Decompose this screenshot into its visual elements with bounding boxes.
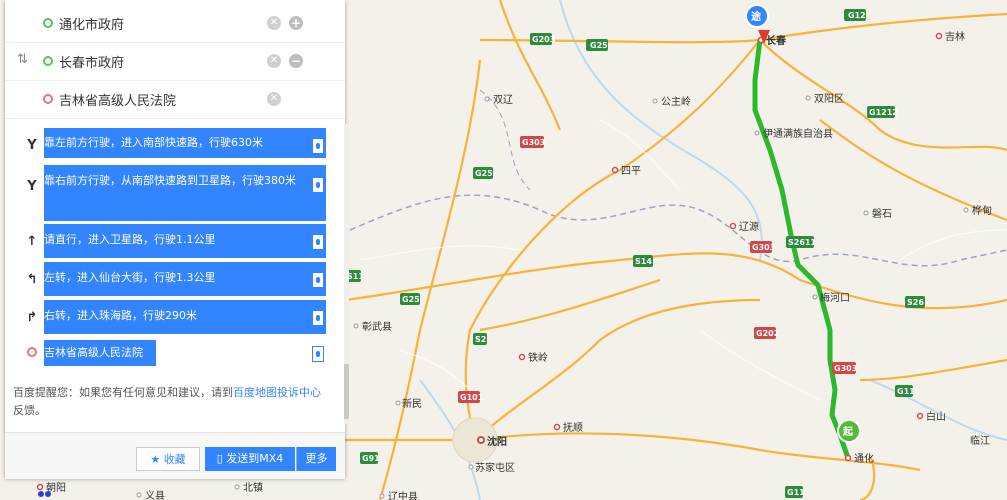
route-step[interactable]: 吉林省高级人民法院 xyxy=(14,340,326,366)
more-button[interactable]: 更多 xyxy=(296,447,336,471)
road-shield-label: G303 xyxy=(522,138,545,147)
step-map-icon[interactable] xyxy=(312,310,324,326)
panel-footer: ★ 收藏 ▯ 发送到MX4 更多 xyxy=(5,432,345,479)
via-dot-icon xyxy=(43,56,53,66)
road-shield-label: G1212 xyxy=(869,108,898,117)
route-step[interactable]: ↑ 请直行，进入卫星路，行驶1.1公里 xyxy=(14,224,326,258)
waypoint-end[interactable]: 吉林省高级人民法院 ✕ xyxy=(5,80,345,119)
city-label: 公主岭 xyxy=(661,95,691,108)
road-shield-label: G202 xyxy=(756,329,779,338)
remove-waypoint-icon[interactable]: − xyxy=(289,54,303,68)
star-icon: ★ xyxy=(150,453,161,466)
step-text: 请直行，进入卫星路，行驶1.1公里 xyxy=(44,233,216,246)
road-shield-label: S14 xyxy=(635,257,652,266)
route-panel: 通化市政府 ✕ + ⇅ 长春市政府 ✕ − 吉林省高级人民法院 ✕ Y 靠左前方… xyxy=(5,0,349,479)
step-text: 右转，进入珠海路，行驶290米 xyxy=(44,309,197,322)
clear-icon[interactable]: ✕ xyxy=(267,92,281,106)
start-dot-icon xyxy=(43,18,53,28)
svg-text:途: 途 xyxy=(751,10,762,23)
step-map-icon[interactable] xyxy=(312,138,324,154)
city-label: 辽源 xyxy=(739,220,759,233)
road-shield-label: G12 xyxy=(848,11,866,20)
city-label: 苏家屯区 xyxy=(475,461,515,474)
send-to-phone-button[interactable]: ▯ 发送到MX4 xyxy=(205,447,295,471)
waypoint-end-label[interactable]: 吉林省高级人民法院 xyxy=(59,90,176,109)
road-shield-label: G25 xyxy=(590,41,608,50)
city-label: 铁岭 xyxy=(528,351,548,364)
keep-right-icon: Y xyxy=(27,179,37,194)
step-text: 靠右前方行驶，从南部快速路到卫星路，行驶380米 xyxy=(44,174,296,187)
feedback-tip: 百度提醒您：如果您有任何意见和建议，请到百度地图投诉中心 反馈。 xyxy=(13,384,338,420)
waypoint-via[interactable]: 长春市政府 ✕ − xyxy=(5,42,345,81)
tip-text: 百度提醒您：如果您有任何意见和建议，请到 xyxy=(13,386,233,399)
city-label: 白山 xyxy=(926,410,946,423)
city-label: 通化 xyxy=(854,452,874,465)
city-label: 抚顺 xyxy=(563,422,583,434)
phone-icon: ▯ xyxy=(216,452,223,465)
destination-dot-icon xyxy=(24,346,40,362)
clear-icon[interactable]: ✕ xyxy=(267,54,281,68)
favorite-button[interactable]: ★ 收藏 xyxy=(136,447,200,471)
route-step[interactable]: ↱ 右转，进入珠海路，行驶290米 xyxy=(14,300,326,334)
clear-icon[interactable]: ✕ xyxy=(267,16,281,30)
road-shield-label: G101 xyxy=(460,393,484,402)
step-text: 吉林省高级人民法院 xyxy=(44,346,143,359)
send-label: 发送到MX4 xyxy=(226,452,284,465)
road-shield-label: S26 xyxy=(907,298,924,307)
step-text: 左转，进入仙台大街，行驶1.3公里 xyxy=(44,271,216,284)
road-shield-label: G203 xyxy=(532,35,555,44)
route-step[interactable]: Y 靠右前方行驶，从南部快速路到卫星路，行驶380米 xyxy=(14,165,326,221)
city-label: 新民 xyxy=(402,397,422,410)
waypoint-start-label[interactable]: 通化市政府 xyxy=(59,14,124,33)
city-label: 伊通满族自治县 xyxy=(763,127,833,140)
city-label: 桦甸 xyxy=(972,204,992,217)
tip-suffix: 反馈。 xyxy=(13,404,46,417)
city-label: 梅河口 xyxy=(820,291,850,304)
add-waypoint-icon[interactable]: + xyxy=(289,16,303,30)
city-label: 北镇 xyxy=(243,481,263,494)
city-label: 磐石 xyxy=(872,207,892,220)
road-shield-label: S2611 xyxy=(788,238,816,247)
city-label: 长春 xyxy=(766,34,786,47)
road-shield-label: G25 xyxy=(402,295,420,304)
road-shield-label: G25 xyxy=(475,169,493,178)
scrollbar[interactable] xyxy=(344,124,349,424)
complaint-center-link[interactable]: 百度地图投诉中心 xyxy=(233,386,321,399)
city-label: 义县 xyxy=(145,490,165,500)
city-label: 临江 xyxy=(970,434,990,447)
road-shield-label: G91 xyxy=(362,454,380,463)
road-shield-label: G11 xyxy=(897,387,915,396)
step-map-icon[interactable] xyxy=(312,177,324,193)
more-label: 更多 xyxy=(305,452,328,465)
city-label: 吉林 xyxy=(945,30,965,43)
road-shield-label: S2 xyxy=(475,335,486,344)
road-shield-label: G303 xyxy=(752,243,775,252)
road-shield-label: G11 xyxy=(787,488,805,497)
city-label: 辽中县 xyxy=(388,490,418,500)
keep-left-icon: Y xyxy=(27,138,37,153)
waypoint-via-label[interactable]: 长春市政府 xyxy=(59,52,124,71)
step-map-icon[interactable] xyxy=(312,234,324,250)
city-label: 双辽 xyxy=(493,94,513,106)
city-label: 双阳区 xyxy=(814,93,844,105)
step-map-icon[interactable] xyxy=(312,272,324,288)
road-shield-label: G303 xyxy=(834,364,857,373)
favorite-label: 收藏 xyxy=(163,453,186,466)
route-step[interactable]: Y 靠左前方行驶，进入南部快速路，行驶630米 xyxy=(14,128,326,158)
straight-icon: ↑ xyxy=(26,234,38,249)
start-marker[interactable]: 起 xyxy=(837,419,861,443)
road-shield-label: S11 xyxy=(347,272,364,281)
svg-text:起: 起 xyxy=(842,425,854,438)
step-text: 靠左前方行驶，进入南部快速路，行驶630米 xyxy=(44,136,263,149)
waypoint-start[interactable]: 通化市政府 ✕ + xyxy=(5,4,345,43)
turn-left-icon: ↰ xyxy=(26,272,38,287)
city-label: 沈阳 xyxy=(487,435,507,448)
turn-right-icon: ↱ xyxy=(26,310,38,325)
route-step[interactable]: ↰ 左转，进入仙台大街，行驶1.3公里 xyxy=(14,262,326,296)
city-label: 彰武县 xyxy=(362,320,392,333)
city-label: 四平 xyxy=(621,166,641,177)
step-map-icon[interactable] xyxy=(312,346,324,362)
end-dot-icon xyxy=(43,94,53,104)
